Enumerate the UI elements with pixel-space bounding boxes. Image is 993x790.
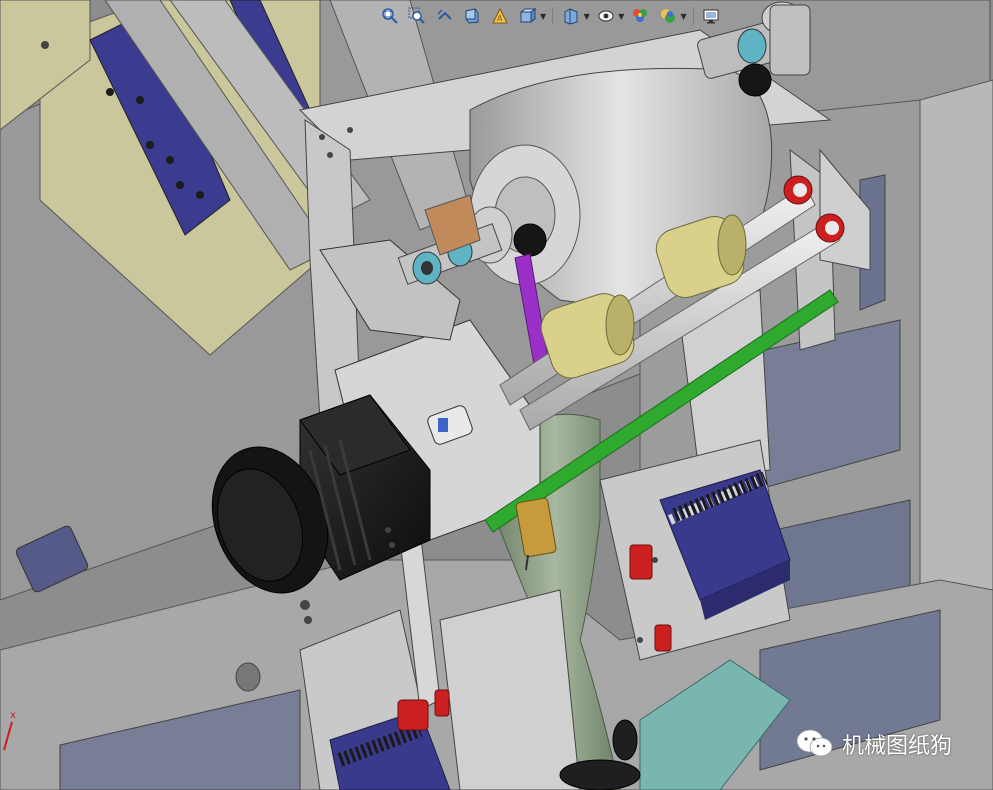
dynamic-annotation-icon[interactable]: A — [488, 4, 512, 28]
watermark-text: 机械图纸狗 — [842, 734, 953, 759]
chevron-down-icon[interactable]: ▼ — [618, 12, 624, 21]
watermark: 机械图纸狗 — [796, 727, 952, 761]
toolbar-separator — [692, 7, 694, 25]
previous-view-icon[interactable] — [433, 4, 457, 28]
view-orientation-icon[interactable] — [516, 4, 540, 28]
chevron-down-icon[interactable]: ▼ — [680, 12, 686, 21]
assembly-model-view[interactable] — [0, 0, 993, 790]
section-view-icon[interactable] — [461, 4, 485, 28]
display-style-icon[interactable] — [559, 4, 583, 28]
hide-show-items-icon[interactable] — [594, 4, 618, 28]
toolbar-separator — [552, 7, 554, 25]
adjust-knob-lower[interactable] — [513, 223, 547, 257]
housing-round-hole — [235, 662, 261, 692]
svg-text:A: A — [497, 14, 503, 23]
apply-scene-icon[interactable] — [656, 4, 680, 28]
zoom-to-area-icon[interactable] — [406, 4, 430, 28]
svg-text:x: x — [10, 710, 16, 721]
reference-triad-icon: x — [3, 710, 16, 751]
chevron-down-icon[interactable]: ▼ — [584, 12, 590, 21]
wechat-icon — [796, 729, 833, 757]
chevron-down-icon[interactable]: ▼ — [540, 12, 546, 21]
zoom-to-fit-icon[interactable] — [378, 4, 402, 28]
heads-up-view-toolbar: A ▼ ▼ ▼ ▼ — [378, 2, 723, 30]
cad-viewport[interactable] — [0, 0, 993, 790]
adjust-knob-upper[interactable] — [738, 63, 772, 97]
edit-appearance-icon[interactable] — [628, 4, 652, 28]
view-settings-icon[interactable] — [700, 4, 724, 28]
frame-mid-plate — [439, 589, 581, 790]
